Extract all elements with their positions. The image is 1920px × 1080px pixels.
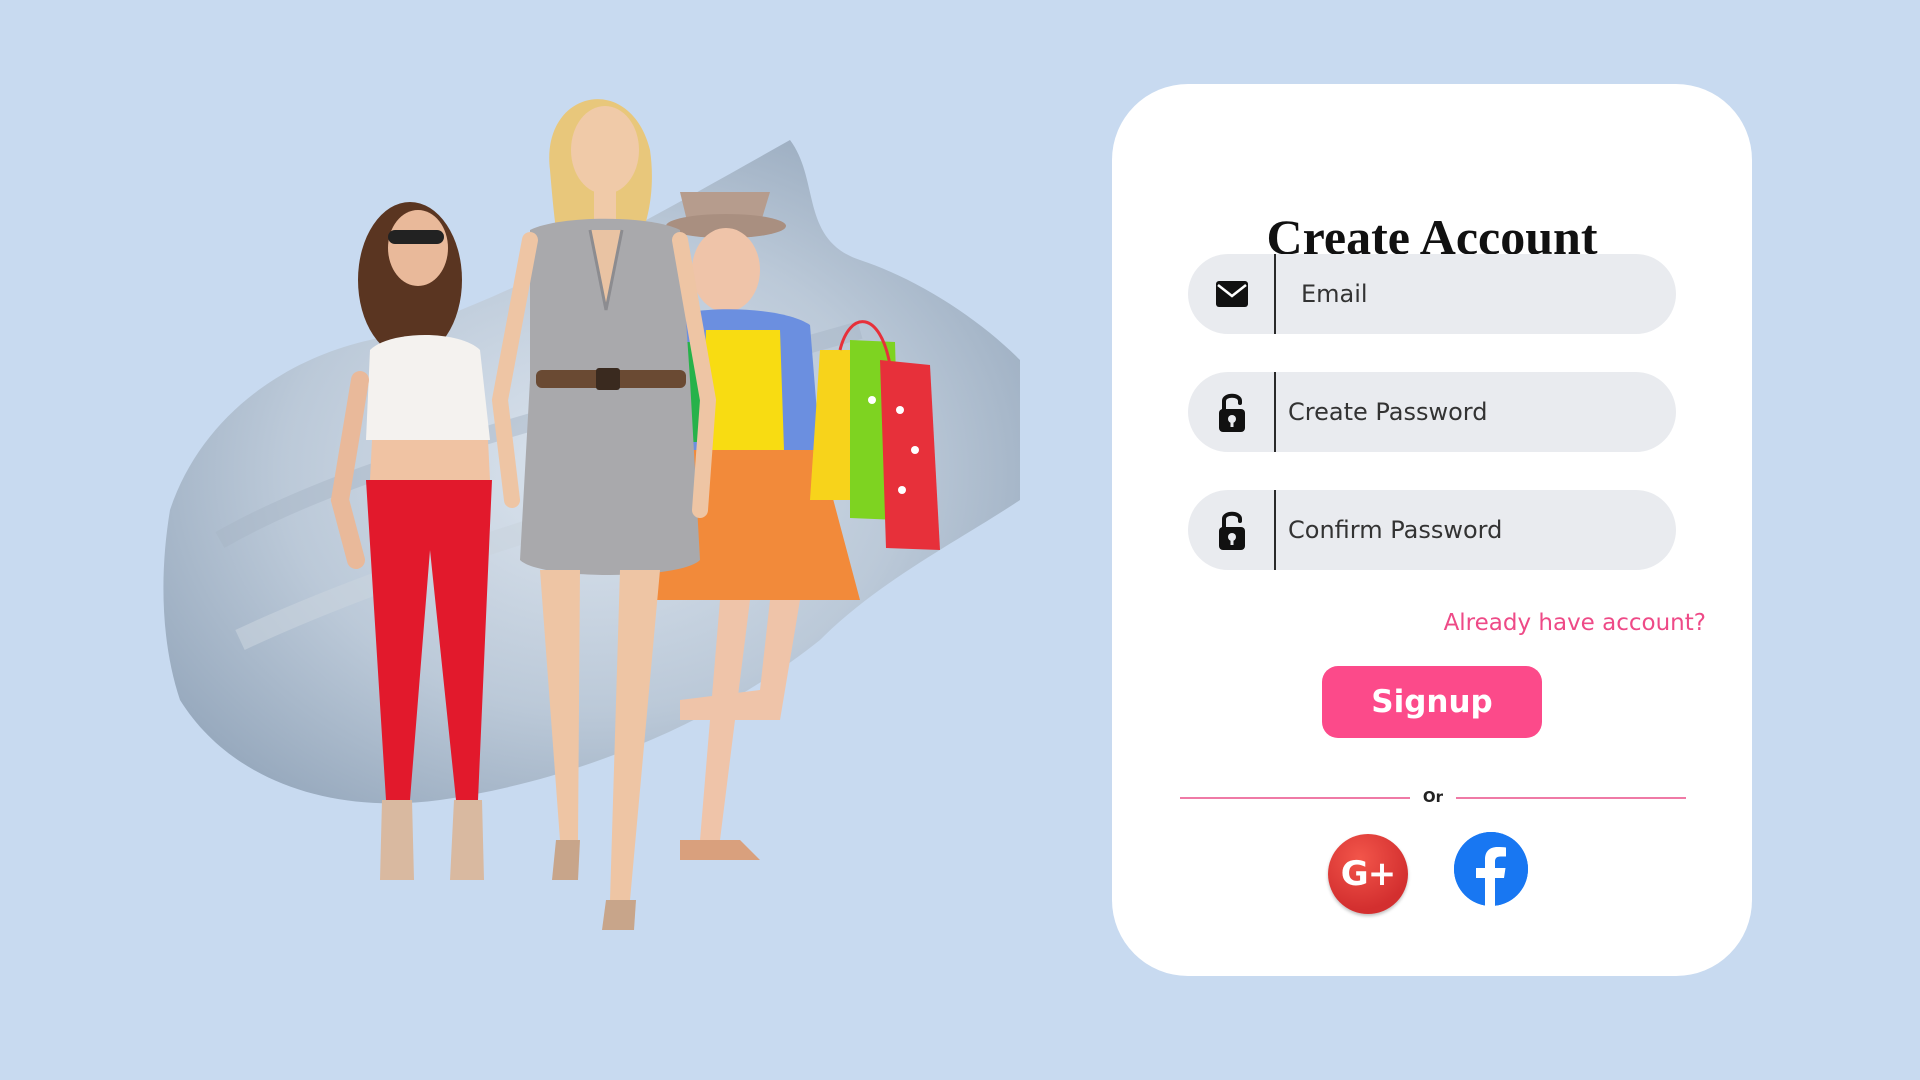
confirm-password-input[interactable] (1288, 490, 1658, 570)
create-password-input[interactable] (1288, 372, 1658, 452)
google-plus-button[interactable]: G+ (1328, 834, 1408, 914)
already-have-account-link[interactable]: Already have account? (1444, 610, 1706, 636)
facebook-icon (1454, 832, 1528, 906)
or-divider: Or (1180, 784, 1686, 806)
signup-button[interactable]: Signup (1322, 666, 1542, 738)
google-plus-icon: G+ (1340, 854, 1396, 894)
signup-card: Create Account Email Already have accoun… (1112, 84, 1752, 976)
facebook-button[interactable] (1454, 832, 1528, 906)
field-divider (1274, 254, 1276, 334)
confirm-password-field-container (1188, 490, 1676, 570)
divider-line-left (1180, 797, 1410, 799)
email-input[interactable] (1301, 254, 1671, 334)
field-divider (1274, 372, 1276, 452)
unlock-icon (1188, 372, 1276, 452)
or-text: Or (1422, 788, 1444, 806)
divider-line-right (1456, 797, 1686, 799)
hero-illustration (160, 80, 1020, 1000)
email-field-container (1188, 254, 1676, 334)
password-field-container (1188, 372, 1676, 452)
shoppers-image (163, 99, 1020, 930)
envelope-icon (1188, 254, 1276, 334)
unlock-icon (1188, 490, 1276, 570)
field-divider (1274, 490, 1276, 570)
